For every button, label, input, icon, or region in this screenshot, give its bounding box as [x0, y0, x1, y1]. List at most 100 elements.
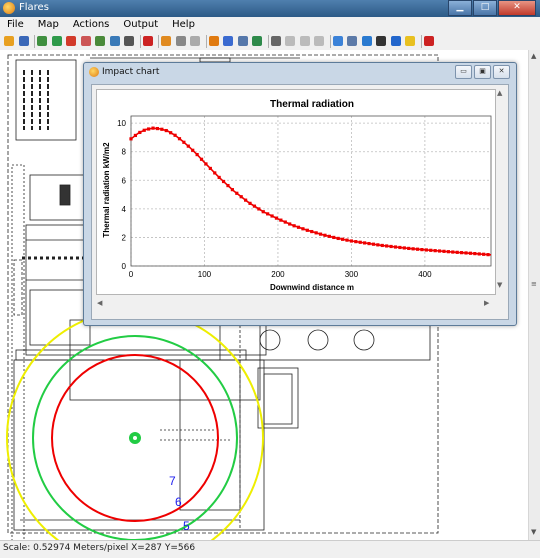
data-point — [455, 250, 459, 254]
toolbar-separator — [267, 35, 269, 48]
data-point — [169, 131, 173, 135]
data-point — [186, 144, 190, 148]
report-icon[interactable] — [252, 36, 262, 46]
map-icon[interactable] — [37, 36, 47, 46]
toolbar-separator — [420, 35, 422, 48]
data-point — [358, 240, 362, 244]
toolbar-separator — [139, 35, 141, 48]
y-tick-label: 2 — [122, 233, 127, 242]
x-tick-label: 300 — [345, 270, 359, 279]
data-point — [340, 237, 345, 241]
impact-chart-window[interactable]: Impact chart ▭ ▣ ✕ Thermal radiation Dow… — [83, 62, 517, 326]
map-vertical-scrollbar[interactable]: ▲ ≡ ▼ — [528, 50, 540, 540]
chart-window-title: Impact chart — [102, 67, 160, 77]
data-point — [266, 212, 270, 216]
y-axis-label: Thermal radiation kW/m2 — [102, 142, 111, 238]
data-point — [376, 243, 380, 247]
chart-scroll-up[interactable]: ▲ — [497, 89, 502, 97]
y-tick-label: 10 — [117, 119, 126, 128]
window-controls: ▁ □ ✕ — [447, 0, 536, 16]
globe-icon[interactable] — [361, 36, 372, 46]
data-point — [133, 133, 138, 138]
chart-scroll-down[interactable]: ▼ — [497, 281, 502, 289]
binoculars-icon[interactable] — [376, 36, 386, 46]
cut-icon[interactable] — [142, 36, 153, 46]
data-point — [235, 191, 239, 195]
open-icon[interactable] — [4, 36, 14, 46]
chart-icon[interactable] — [161, 36, 171, 46]
data-point — [310, 229, 314, 234]
data-point — [155, 126, 160, 131]
grid-icon[interactable] — [109, 36, 120, 46]
data-point — [468, 251, 473, 255]
data-point — [217, 175, 221, 180]
menu-help[interactable]: Help — [165, 18, 202, 31]
menu-output[interactable]: Output — [116, 18, 165, 31]
data-point — [332, 235, 336, 240]
scroll-thumb-grip[interactable]: ≡ — [531, 280, 537, 288]
data-point — [398, 245, 402, 250]
chart-close-button[interactable]: ✕ — [493, 65, 510, 79]
menu-file[interactable]: File — [0, 18, 31, 31]
x-tick-label: 200 — [271, 270, 285, 279]
pin-icon[interactable] — [66, 36, 76, 46]
data-point — [296, 225, 301, 229]
chart-maximize-button[interactable]: ▣ — [474, 65, 491, 79]
menu-actions[interactable]: Actions — [66, 18, 117, 31]
print-icon[interactable] — [124, 36, 134, 46]
chart-scroll-right[interactable]: ▶ — [484, 299, 489, 307]
exit-icon[interactable] — [423, 36, 434, 46]
table-icon[interactable] — [223, 36, 233, 46]
data-point — [482, 252, 486, 256]
data-point — [129, 137, 133, 141]
data-point — [446, 250, 450, 254]
y-tick-label: 8 — [122, 148, 127, 157]
close-button[interactable]: ✕ — [498, 0, 536, 16]
data-point — [138, 130, 142, 135]
data-point — [451, 250, 455, 254]
circle-label-7: 7 — [169, 474, 176, 488]
layers-icon[interactable] — [95, 36, 105, 46]
y-tick-label: 4 — [122, 205, 127, 214]
data-point — [477, 252, 481, 256]
save-icon[interactable] — [18, 36, 29, 46]
stats-icon[interactable] — [237, 36, 248, 46]
data-point — [323, 233, 327, 237]
data-point — [385, 244, 389, 248]
data-point — [252, 204, 257, 208]
chart-client-area: Thermal radiation Downwind distance m Th… — [91, 84, 509, 320]
bulb-icon[interactable] — [405, 36, 415, 46]
chart-minimize-button[interactable]: ▭ — [455, 65, 472, 79]
scroll-up-arrow[interactable]: ▲ — [531, 52, 536, 60]
data-point — [314, 231, 318, 235]
minimize-button[interactable]: ▁ — [448, 0, 472, 16]
data-point — [305, 228, 309, 232]
bar-icon[interactable] — [175, 36, 186, 46]
data-point — [230, 188, 234, 192]
menu-map[interactable]: Map — [31, 18, 66, 31]
data-point — [213, 171, 217, 175]
blank-icon[interactable] — [299, 36, 310, 46]
chart-scroll-left[interactable]: ◀ — [97, 299, 102, 307]
flame-icon[interactable] — [208, 36, 219, 46]
x-tick-label: 400 — [418, 270, 432, 279]
blank-icon[interactable] — [314, 36, 324, 46]
mail-icon[interactable] — [347, 36, 357, 46]
data-point — [433, 249, 437, 253]
maximize-button[interactable]: □ — [473, 0, 497, 16]
toolbar-separator — [205, 35, 207, 48]
chart-horizontal-scrollbar[interactable]: ◀ ▶ — [96, 297, 494, 311]
blank-icon[interactable] — [285, 36, 295, 46]
chart-vertical-scrollbar[interactable]: ▲ ▼ — [496, 89, 505, 293]
column-icon[interactable] — [190, 36, 200, 46]
data-point — [301, 227, 305, 231]
headset-icon[interactable] — [270, 36, 281, 46]
data-point — [270, 214, 274, 218]
scroll-down-arrow[interactable]: ▼ — [531, 528, 536, 536]
help-icon[interactable] — [390, 36, 401, 46]
form-icon[interactable] — [332, 36, 343, 46]
pen-icon[interactable] — [80, 36, 91, 46]
data-point — [261, 210, 265, 214]
data-point — [345, 238, 349, 242]
tree-icon[interactable] — [51, 36, 62, 46]
